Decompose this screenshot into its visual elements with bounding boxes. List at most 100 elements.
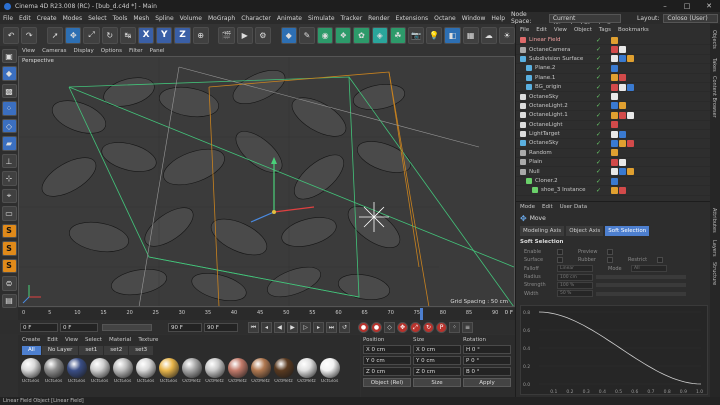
rotate-icon[interactable]: ↻ — [101, 26, 118, 44]
points-mode-icon[interactable]: ⁘ — [1, 101, 17, 116]
floor-icon[interactable]: ▤ — [1, 293, 17, 309]
object-row[interactable]: Null ✓ — [516, 167, 710, 177]
material-menu-edit[interactable]: Edit — [47, 337, 58, 344]
object-row[interactable]: Linear Field ✓ — [516, 36, 710, 46]
strength-field[interactable]: 100 % — [557, 281, 593, 289]
environment-icon[interactable]: ☁ — [480, 26, 497, 44]
object-row[interactable]: OctaneLight.1 ✓ — [516, 111, 710, 121]
enabled-check-icon[interactable]: ✓ — [596, 187, 601, 194]
texture-mode-icon[interactable]: ▩ — [1, 83, 17, 99]
object-row[interactable]: Subdivision Surface ✓ — [516, 55, 710, 65]
menu-mograph[interactable]: MoGraph — [208, 15, 235, 22]
next-frame-icon[interactable]: ▷ — [300, 321, 311, 333]
preview-range-slider[interactable] — [102, 323, 152, 331]
material-swatch[interactable]: OctMetz — [227, 358, 248, 384]
side-tab-takes[interactable]: Takes — [711, 58, 717, 72]
light-icon[interactable]: 💡 — [426, 26, 443, 44]
solo-icon[interactable]: S — [1, 223, 17, 239]
grid-floor-icon[interactable]: ▦ — [462, 26, 479, 44]
tag-icon[interactable] — [627, 83, 634, 91]
timeline-playhead[interactable] — [420, 308, 423, 320]
enabled-check-icon[interactable]: ✓ — [596, 65, 601, 72]
viewport-menu-display[interactable]: Display — [74, 48, 94, 54]
object-row[interactable]: OctaneCamera ✓ — [516, 45, 710, 55]
object-menu-view[interactable]: View — [554, 27, 567, 33]
radius-slider[interactable] — [596, 275, 686, 280]
falloff-select[interactable]: Linear — [557, 265, 593, 273]
material-swatch[interactable]: OctGlos — [89, 358, 110, 384]
viewport-3d[interactable]: Perspective Grid Spacing : 50 cm — [18, 56, 515, 307]
tag-icon[interactable] — [619, 46, 626, 54]
menu-file[interactable]: File — [3, 15, 13, 22]
enabled-check-icon[interactable]: ✓ — [596, 140, 601, 147]
material-tab-no-layer[interactable]: No Layer — [41, 346, 79, 355]
prev-frame-icon[interactable]: ◀ — [274, 321, 285, 333]
record-keyframe-icon[interactable]: ● — [358, 321, 369, 333]
object-menu-file[interactable]: File — [520, 27, 529, 33]
enabled-check-icon[interactable]: ✓ — [596, 121, 601, 128]
material-swatch[interactable]: OctMetz — [181, 358, 202, 384]
object-row[interactable]: LightTarget ✓ — [516, 130, 710, 140]
tab-modeling-axis[interactable]: Modeling Axis — [520, 226, 565, 236]
menu-volume[interactable]: Volume — [180, 15, 202, 22]
side-tab-layers[interactable]: Layers — [711, 240, 717, 257]
max-frame-field[interactable]: 90 F — [204, 322, 238, 332]
tag-icon[interactable]: ◧ — [444, 26, 461, 44]
menu-character[interactable]: Character — [241, 15, 271, 22]
tag-icon[interactable] — [611, 74, 618, 82]
material-tab-set1[interactable]: set1 — [79, 346, 104, 355]
enabled-check-icon[interactable]: ✓ — [596, 168, 601, 175]
tag-icon[interactable] — [611, 121, 618, 129]
side-tab-content-browser[interactable]: Content Browser — [711, 76, 717, 118]
key-scale-icon[interactable]: ⤢ — [410, 321, 421, 333]
viewport-menu-view[interactable]: View — [22, 48, 35, 54]
material-tab-set2[interactable]: set2 — [104, 346, 129, 355]
attribute-menu-edit[interactable]: Edit — [542, 204, 553, 210]
tag-icon[interactable] — [627, 55, 634, 63]
tag-icon[interactable] — [627, 168, 634, 176]
key-position-icon[interactable]: ✥ — [397, 321, 408, 333]
tag-icon[interactable] — [619, 55, 626, 63]
tag-icon[interactable] — [627, 111, 634, 119]
position-y-field[interactable]: Y 0 cm — [363, 356, 411, 365]
tag-icon[interactable] — [611, 177, 618, 185]
material-swatch[interactable]: OctMetz — [296, 358, 317, 384]
material-tab-all[interactable]: All — [22, 346, 41, 355]
size-y-field[interactable]: Y 0 cm — [413, 356, 461, 365]
deformer-icon[interactable]: ✿ — [353, 26, 370, 44]
material-menu-texture[interactable]: Texture — [138, 337, 158, 344]
tag-icon[interactable] — [611, 102, 618, 110]
menu-help[interactable]: Help — [491, 15, 505, 22]
menu-octane[interactable]: Octane — [434, 15, 456, 22]
material-menu-view[interactable]: View — [65, 337, 78, 344]
menu-create[interactable]: Create — [37, 15, 57, 22]
size-x-field[interactable]: X 0 cm — [413, 345, 461, 354]
tag-icon[interactable] — [611, 46, 618, 54]
menu-select[interactable]: Select — [88, 15, 107, 22]
material-menu-create[interactable]: Create — [22, 337, 40, 344]
object-row[interactable]: Random ✓ — [516, 149, 710, 159]
tag-icon[interactable] — [619, 111, 626, 119]
next-key-icon[interactable]: ▸ — [313, 321, 324, 333]
menu-animate[interactable]: Animate — [277, 15, 302, 22]
surface-checkbox[interactable] — [557, 257, 563, 264]
tag-icon[interactable] — [611, 158, 618, 166]
tag-icon[interactable] — [611, 36, 618, 44]
coord-size-select[interactable]: Size — [413, 378, 461, 387]
polygons-mode-icon[interactable]: ▰ — [1, 136, 17, 151]
object-row[interactable]: shoe_3 Instance ✓ — [516, 186, 710, 196]
tag-icon[interactable] — [611, 168, 618, 176]
tag-icon[interactable] — [611, 83, 618, 91]
material-swatch[interactable]: OctGlos — [135, 358, 156, 384]
workplane-icon[interactable]: ▭ — [1, 206, 17, 221]
material-menu-material[interactable]: Material — [109, 337, 131, 344]
side-tab-structure[interactable]: Structure — [711, 262, 717, 285]
timeline-menu-icon[interactable]: ≡ — [462, 321, 473, 333]
prev-key-icon[interactable]: ◂ — [261, 321, 272, 333]
object-row[interactable]: Plane.1 ✓ — [516, 74, 710, 83]
autokey-icon[interactable]: ● — [371, 321, 382, 333]
object-row[interactable]: OctaneLight ✓ — [516, 121, 710, 130]
material-swatch[interactable]: OctGlos — [319, 358, 340, 384]
rotation-h-field[interactable]: H 0 ° — [463, 345, 511, 354]
tag-icon[interactable] — [611, 186, 618, 194]
